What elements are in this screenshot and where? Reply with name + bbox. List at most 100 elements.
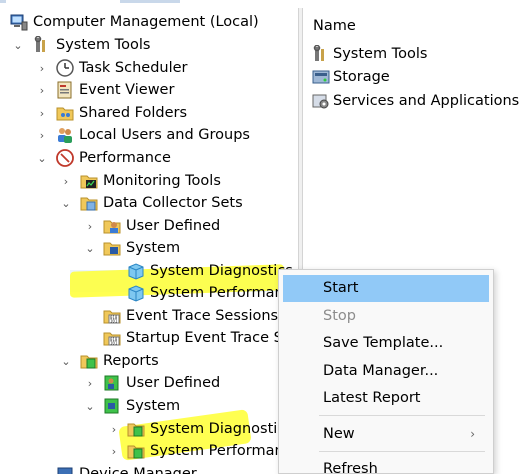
- list-item-system-tools[interactable]: System Tools: [312, 43, 427, 65]
- system-tools-icon: [33, 35, 51, 54]
- window-fragment: [0, 0, 6, 3]
- chevron-right-icon[interactable]: ›: [36, 79, 48, 101]
- chevron-right-icon[interactable]: ›: [108, 440, 120, 462]
- tree-item-label: User Defined: [126, 375, 221, 391]
- tree-item-task-scheduler[interactable]: Task Scheduler: [56, 57, 188, 79]
- data-collector-folder-icon: [80, 194, 98, 212]
- computer-management-icon: [10, 13, 28, 31]
- report-system-icon: [103, 397, 121, 415]
- report-folder-icon: [127, 420, 145, 438]
- list-item-label: System Tools: [333, 46, 428, 62]
- menu-item-refresh[interactable]: Refresh: [283, 456, 489, 473]
- tree-item-label: System: [126, 398, 181, 414]
- chevron-right-icon[interactable]: ›: [36, 124, 48, 146]
- chevron-right-icon[interactable]: ›: [60, 170, 72, 192]
- tree-item-system[interactable]: System: [103, 237, 180, 259]
- list-item-storage[interactable]: Storage: [312, 66, 390, 88]
- tree-item-system-performance[interactable]: System Performance: [127, 282, 299, 304]
- chevron-right-icon[interactable]: ›: [36, 102, 48, 124]
- submenu-arrow-icon: ›: [470, 427, 475, 441]
- svg-text:101: 101: [110, 319, 118, 324]
- chevron-down-icon[interactable]: ⌄: [36, 147, 48, 169]
- report-folder-icon: [127, 442, 145, 460]
- svg-text:101: 101: [110, 341, 118, 346]
- chevron-down-icon[interactable]: ⌄: [60, 350, 72, 372]
- clock-icon: [56, 59, 74, 77]
- tree-item-event-trace-sessions[interactable]: 010 101 Event Trace Sessions: [103, 305, 278, 327]
- list-item-label: Services and Applications: [333, 93, 520, 109]
- event-viewer-icon: [56, 81, 74, 99]
- tree-item-data-collector-sets[interactable]: Data Collector Sets: [80, 192, 243, 214]
- top-strip: [0, 0, 522, 5]
- tree-item-system-diagnostics[interactable]: System Diagnostics: [127, 260, 293, 282]
- tree-item-report-system-diagnostics[interactable]: System Diagnostics: [127, 418, 293, 440]
- menu-item-data-manager[interactable]: Data Manager...: [283, 358, 489, 385]
- tree-item-label: Event Trace Sessions: [126, 308, 279, 324]
- tree-item-label: Performance: [79, 150, 171, 166]
- tree-item-label: System: [126, 240, 181, 256]
- tree-item-label: Local Users and Groups: [79, 127, 250, 143]
- users-icon: [56, 126, 74, 144]
- tree-item-system-tools[interactable]: System Tools: [33, 34, 150, 56]
- chevron-right-icon[interactable]: ›: [36, 57, 48, 79]
- tree-item-report-system-performance[interactable]: System Performance: [127, 440, 299, 462]
- chevron-right-icon[interactable]: ›: [84, 215, 96, 237]
- report-user-icon: [103, 374, 121, 392]
- tree-item-performance[interactable]: Performance: [56, 147, 171, 169]
- tree-item-local-users[interactable]: Local Users and Groups: [56, 124, 250, 146]
- user-defined-folder-icon: [103, 217, 121, 235]
- chevron-right-icon[interactable]: ›: [84, 372, 96, 394]
- name-column-header[interactable]: Name: [313, 18, 356, 34]
- tree-item-reports-user-defined[interactable]: User Defined: [103, 372, 220, 394]
- system-folder-icon: [103, 239, 121, 257]
- context-menu[interactable]: Start Stop Save Template... Data Manager…: [278, 269, 494, 474]
- chevron-down-icon[interactable]: ⌄: [84, 395, 96, 417]
- collector-set-icon: [127, 262, 145, 280]
- menu-separator: [319, 451, 485, 452]
- services-icon: [312, 92, 330, 110]
- menu-item-latest-report[interactable]: Latest Report: [283, 385, 489, 412]
- console-tree-pane[interactable]: Computer Management (Local) ⌄ System Too…: [6, 8, 299, 474]
- tree-item-label: Data Collector Sets: [103, 195, 243, 211]
- chevron-down-icon[interactable]: ⌄: [60, 192, 72, 214]
- tree-item-reports[interactable]: Reports: [80, 350, 159, 372]
- menu-item-new[interactable]: New ›: [283, 421, 489, 448]
- menu-item-stop: Stop: [323, 308, 356, 324]
- tree-item-computer-management[interactable]: Computer Management (Local): [10, 11, 259, 33]
- tree-item-label: User Defined: [126, 218, 221, 234]
- tree-item-event-viewer[interactable]: Event Viewer: [56, 79, 174, 101]
- list-item-label: Storage: [333, 69, 390, 85]
- reports-folder-icon: [80, 352, 98, 370]
- tree-item-label: Reports: [103, 353, 159, 369]
- tree-item-label: System Diagnostics: [150, 263, 293, 279]
- device-manager-icon: [56, 465, 74, 474]
- tree-item-user-defined[interactable]: User Defined: [103, 215, 220, 237]
- collector-set-icon: [127, 284, 145, 302]
- performance-icon: [56, 149, 74, 167]
- tree-item-device-manager[interactable]: Device Manager: [56, 463, 197, 474]
- menu-item-start[interactable]: Start: [283, 275, 489, 302]
- menu-separator: [319, 415, 485, 416]
- list-item-services-applications[interactable]: Services and Applications: [312, 90, 519, 112]
- menu-item-save-template[interactable]: Save Template...: [283, 330, 489, 357]
- chevron-right-icon[interactable]: ›: [108, 418, 120, 440]
- tree-item-label: Task Scheduler: [79, 60, 188, 76]
- system-tools-icon: [312, 44, 330, 63]
- chevron-down-icon[interactable]: ⌄: [84, 237, 96, 259]
- tree-item-label: Computer Management (Local): [33, 14, 259, 30]
- tree-item-label: System Performance: [150, 443, 299, 459]
- chevron-down-icon[interactable]: ⌄: [12, 34, 24, 56]
- tree-item-label: Device Manager: [79, 466, 197, 474]
- tree-item-label: Monitoring Tools: [103, 173, 221, 189]
- toolbar-fragment: [120, 0, 180, 3]
- trace-folder-icon: 010 101: [103, 329, 121, 347]
- monitoring-folder-icon: [80, 172, 98, 190]
- tree-item-label: Event Viewer: [79, 82, 175, 98]
- tree-item-label: System Diagnostics: [150, 421, 293, 437]
- tree-item-label: Startup Event Trace Sessions: [126, 330, 299, 346]
- tree-item-shared-folders[interactable]: Shared Folders: [56, 102, 187, 124]
- tree-item-startup-event-trace-sessions[interactable]: 010101 Startup Event Trace Sessions: [103, 327, 299, 349]
- tree-item-reports-system[interactable]: System: [103, 395, 180, 417]
- tree-item-monitoring-tools[interactable]: Monitoring Tools: [80, 170, 221, 192]
- storage-icon: [312, 68, 330, 86]
